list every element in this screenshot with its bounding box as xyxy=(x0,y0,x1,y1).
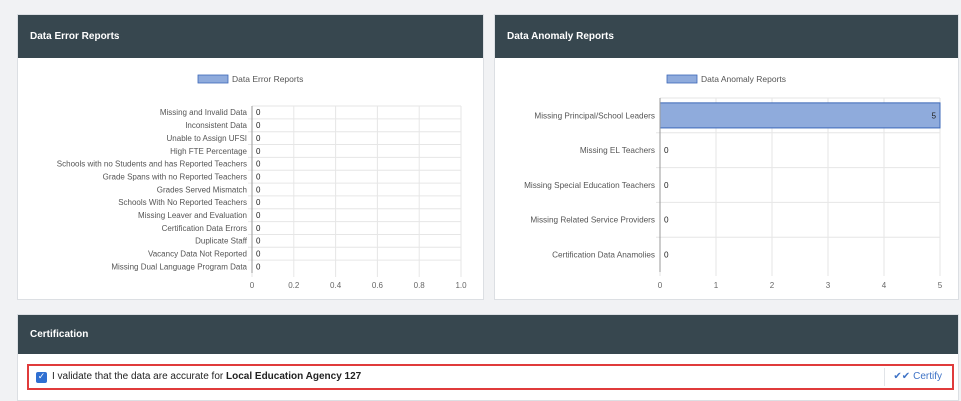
category-label: Certification Data Anamolies xyxy=(552,250,655,259)
legend-label: Data Error Reports xyxy=(232,74,303,84)
category-label: Missing Leaver and Evaluation xyxy=(138,211,247,220)
x-tick-label: 0.8 xyxy=(414,281,426,290)
x-tick-label: 1 xyxy=(714,281,719,290)
data-anomaly-reports-chart: Data Anomaly Reports 0 1 2 3 4 5 Missing Princi… xyxy=(524,74,943,290)
legend-swatch xyxy=(197,74,229,84)
legend-label: Data Anomaly Reports xyxy=(701,74,786,84)
data-label: 0 xyxy=(256,224,261,233)
data-label: 0 xyxy=(256,172,261,181)
data-label: 0 xyxy=(256,108,261,117)
category-label: Duplicate Staff xyxy=(195,237,248,246)
validate-checkbox[interactable]: ✓ xyxy=(36,372,47,383)
category-label: Grade Spans with no Reported Teachers xyxy=(103,172,247,181)
category-label: Inconsistent Data xyxy=(185,121,247,130)
category-label: Unable to Assign UFSI xyxy=(167,134,247,143)
x-tick-label: 5 xyxy=(938,281,943,290)
validate-statement: I validate that the data are accurate fo… xyxy=(52,371,361,382)
data-label: 0 xyxy=(664,216,669,225)
category-label: Missing Related Service Providers xyxy=(530,216,655,225)
category-label: Missing Principal/School Leaders xyxy=(534,111,655,120)
x-tick-label: 0.2 xyxy=(288,281,300,290)
data-label: 0 xyxy=(664,181,669,190)
category-label: Certification Data Errors xyxy=(162,224,247,233)
x-tick-label: 2 xyxy=(770,281,775,290)
data-error-reports-card: Data Error Reports Data Error Reports 0 0.… xyxy=(17,14,484,300)
category-label: Schools With No Reported Teachers xyxy=(118,198,247,207)
data-label: 0 xyxy=(256,262,261,271)
certify-button[interactable]: ✔✔ Certify xyxy=(884,368,946,386)
category-label: Missing Dual Language Program Data xyxy=(111,262,247,271)
x-tick-label: 0.4 xyxy=(330,281,342,290)
certification-row: ✓ I validate that the data are accurate … xyxy=(27,364,954,390)
certification-header: Certification xyxy=(18,315,958,354)
data-anomaly-reports-header: Data Anomaly Reports xyxy=(495,15,958,58)
certify-label: Certify xyxy=(913,371,942,382)
data-label: 0 xyxy=(256,237,261,246)
legend-swatch xyxy=(666,74,698,84)
category-label: Schools with no Students and has Reporte… xyxy=(57,160,247,169)
category-label: Missing EL Teachers xyxy=(580,146,655,155)
data-label: 0 xyxy=(664,146,669,155)
category-label: Missing and Invalid Data xyxy=(160,108,248,117)
data-label: 0 xyxy=(256,198,261,207)
data-label: 0 xyxy=(256,185,261,194)
data-error-reports-header: Data Error Reports xyxy=(18,15,483,58)
x-tick-label: 0 xyxy=(658,281,663,290)
data-label: 0 xyxy=(256,250,261,259)
data-label: 0 xyxy=(256,147,261,156)
category-label: Missing Special Education Teachers xyxy=(524,181,655,190)
data-anomaly-reports-card: Data Anomaly Reports Data Anomaly Report… xyxy=(494,14,959,300)
data-label: 5 xyxy=(931,111,936,120)
category-label: Vacancy Data Not Reported xyxy=(148,250,247,259)
agency-name: Local Education Agency 127 xyxy=(226,371,362,382)
double-check-icon: ✔✔ xyxy=(893,371,911,382)
data-label: 0 xyxy=(256,121,261,130)
data-error-reports-chart: Data Error Reports 0 0.2 0.4 0.6 0.8 1.0 Missin… xyxy=(57,74,467,290)
x-tick-label: 0 xyxy=(250,281,255,290)
category-label: High FTE Percentage xyxy=(170,147,247,156)
certification-card: Certification ✓ I validate that the data… xyxy=(17,314,959,401)
x-tick-label: 1.0 xyxy=(455,281,467,290)
x-tick-label: 3 xyxy=(826,281,831,290)
x-tick-label: 0.6 xyxy=(372,281,384,290)
category-label: Grades Served Mismatch xyxy=(157,185,247,194)
x-tick-label: 4 xyxy=(882,281,887,290)
data-label: 0 xyxy=(256,160,261,169)
data-label: 0 xyxy=(256,134,261,143)
validate-text: I validate that the data are accurate fo… xyxy=(52,371,224,382)
data-label: 0 xyxy=(664,250,669,259)
bar xyxy=(659,102,941,129)
data-label: 0 xyxy=(256,211,261,220)
